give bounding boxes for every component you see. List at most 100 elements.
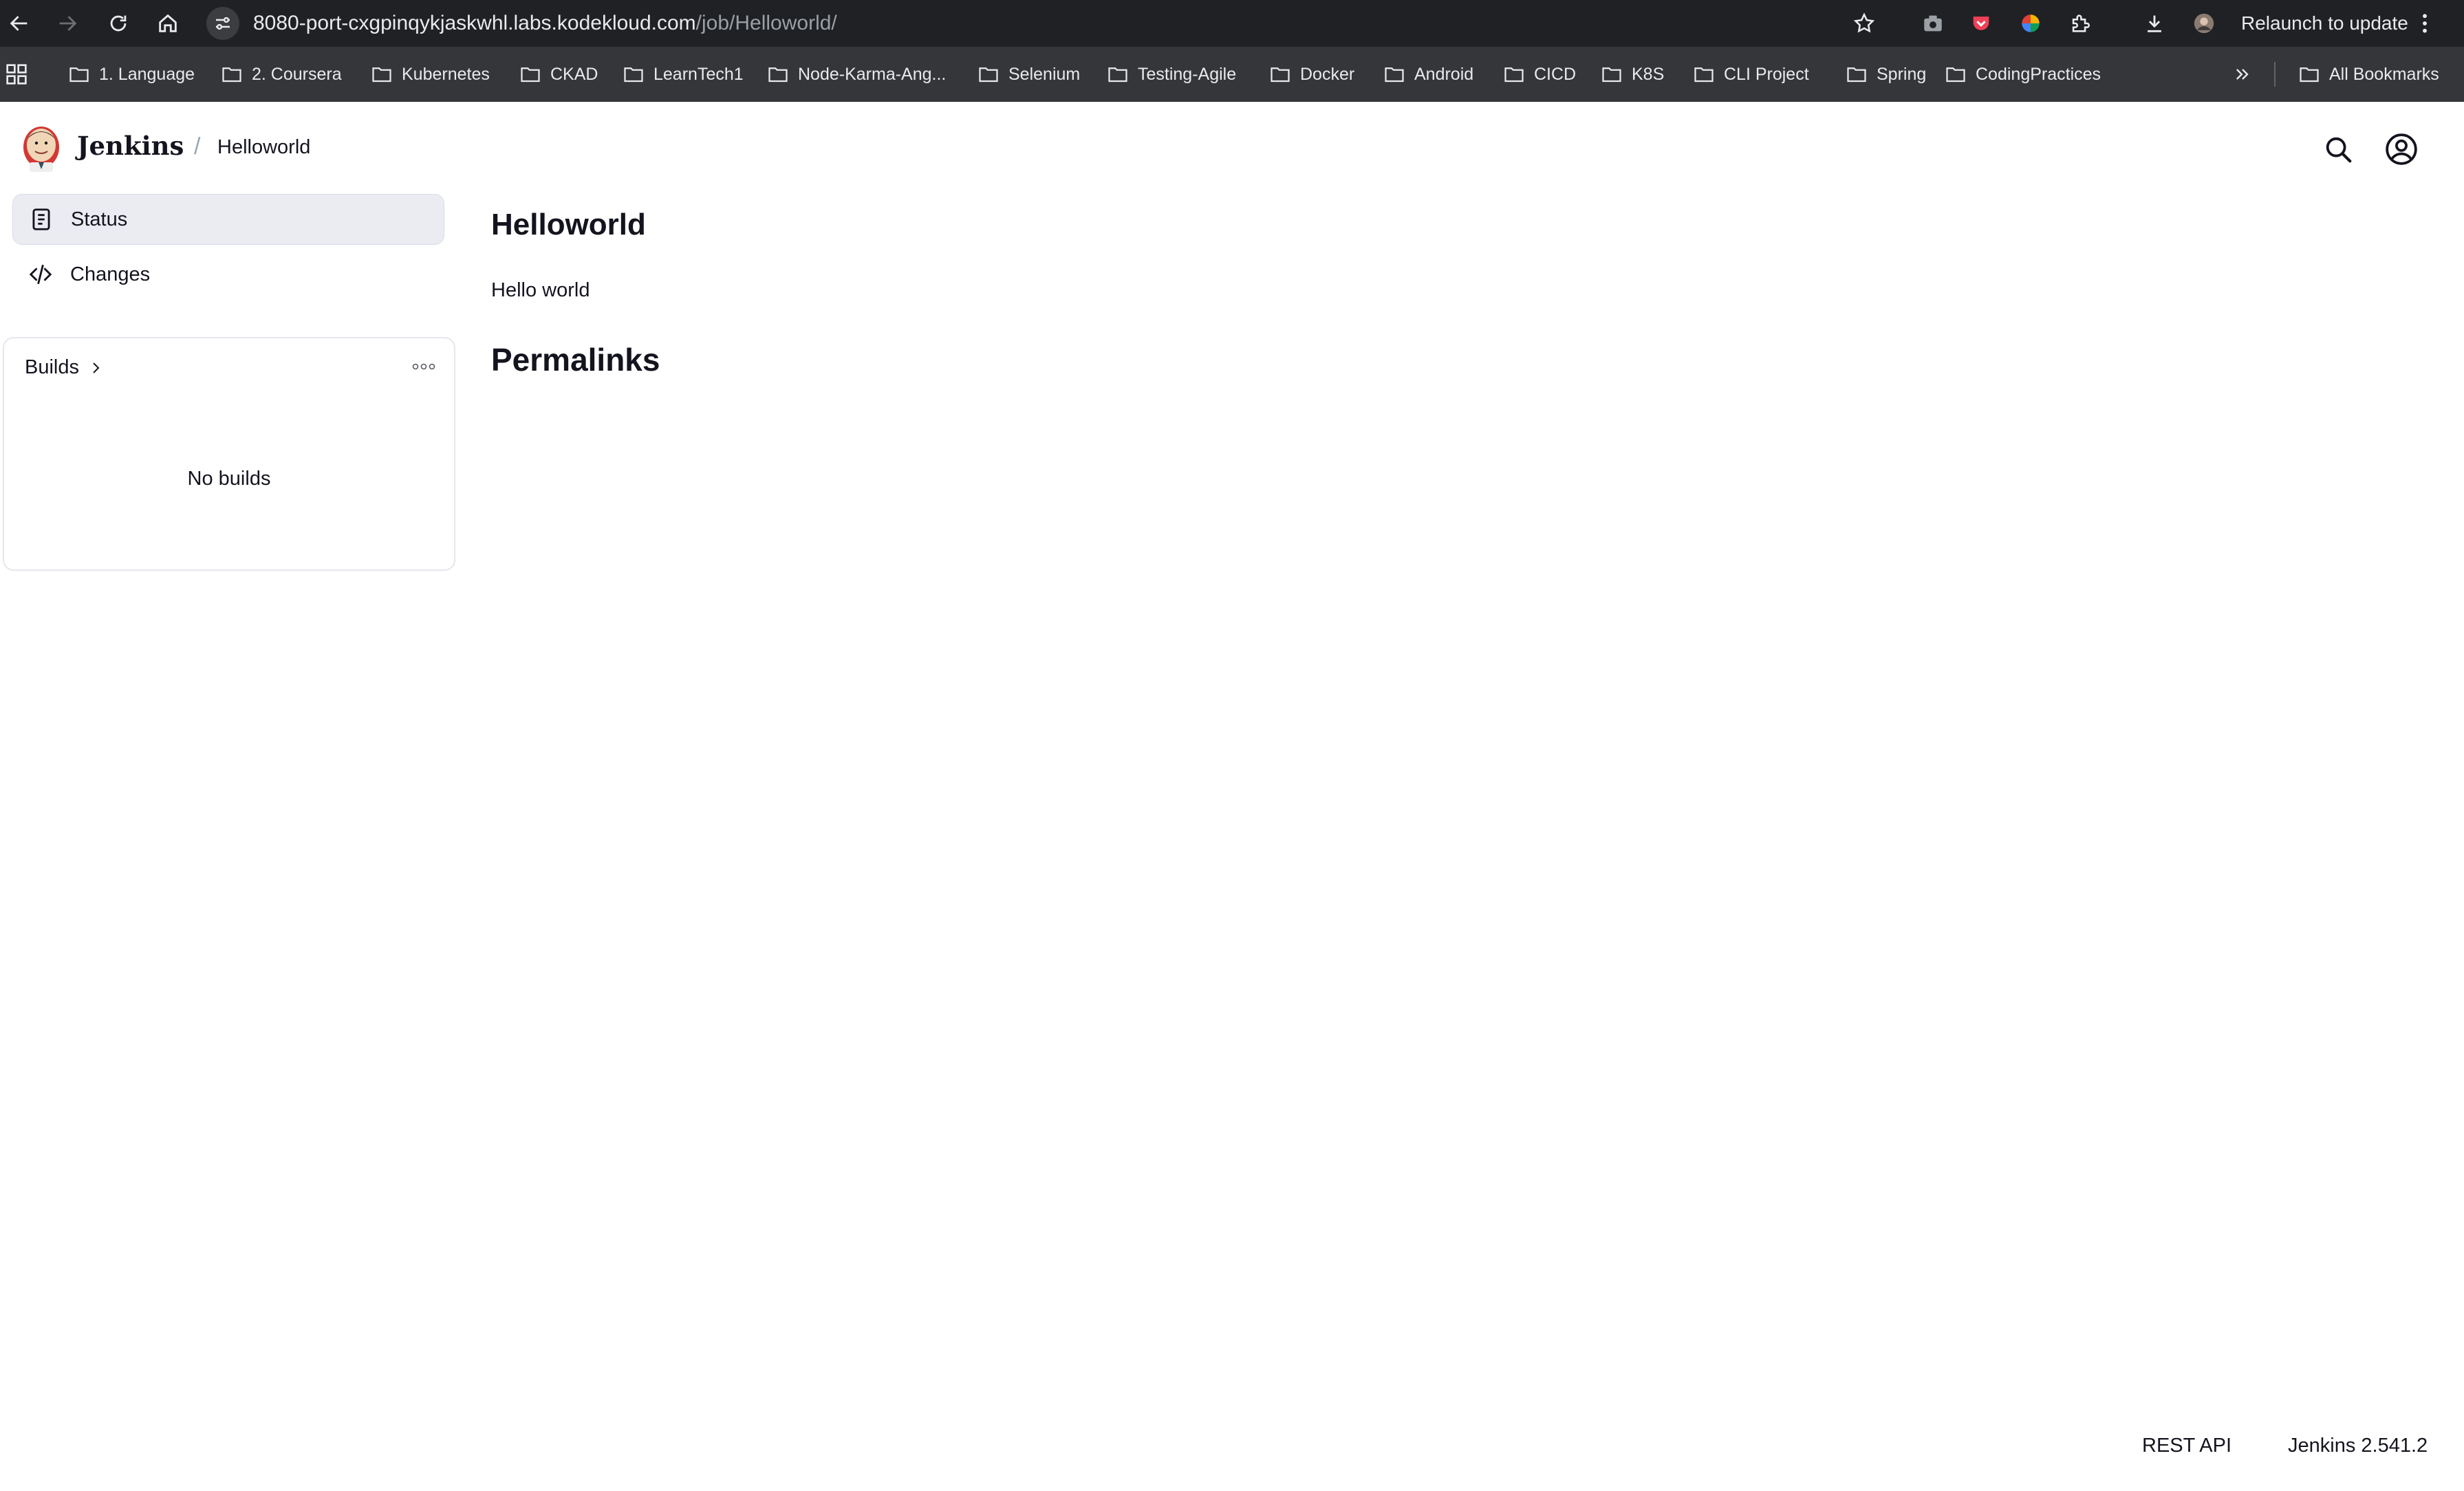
folder-icon — [1946, 67, 1965, 83]
arrow-right-icon — [59, 16, 77, 31]
star-icon — [1853, 12, 1875, 33]
reload-icon — [110, 15, 127, 32]
folder-icon — [1271, 67, 1290, 83]
folder-icon — [1694, 67, 1714, 83]
apps-grid-icon[interactable] — [6, 63, 28, 85]
bookmark-folder[interactable]: CodingPractices — [1945, 47, 2101, 102]
pocket-extension-button[interactable] — [1965, 7, 1998, 40]
all-bookmarks-folder[interactable]: All Bookmarks — [2299, 47, 2439, 102]
extensions-button[interactable] — [2064, 7, 2097, 40]
folder-icon — [979, 67, 998, 83]
folder-icon — [2300, 67, 2319, 83]
search-icon[interactable] — [2322, 133, 2354, 165]
pocket-icon — [1973, 17, 1989, 30]
more-vertical-icon — [2422, 14, 2427, 33]
bookmark-folder[interactable]: Selenium — [978, 47, 1080, 102]
sidebar-item-label: Status — [71, 208, 128, 230]
more-bookmarks-button[interactable] — [2233, 47, 2252, 102]
relaunch-label: Relaunch to update — [2241, 12, 2408, 34]
builds-title: Builds — [25, 356, 79, 378]
bookmark-folder[interactable]: CLI Project — [1694, 47, 1809, 102]
permalinks-heading: Permalinks — [491, 342, 660, 378]
chevron-right-icon — [93, 362, 100, 373]
bookmark-folder[interactable]: CICD — [1504, 47, 1576, 102]
folder-icon — [624, 67, 643, 83]
folder-icon — [222, 67, 241, 83]
rest-api-link[interactable]: REST API — [2142, 1435, 2231, 1457]
builds-panel: Builds No builds — [3, 337, 455, 571]
profile-avatar-icon — [2194, 13, 2214, 34]
color-extension-button[interactable] — [2014, 7, 2047, 40]
bookmark-folder[interactable]: Docker — [1270, 47, 1354, 102]
sidebar-item-changes[interactable]: Changes — [12, 249, 444, 300]
address-bar[interactable]: 8080-port-cxgpinqykjaskwhl.labs.kodeklou… — [206, 6, 1831, 41]
folder-icon — [372, 67, 391, 83]
bookmark-label: Docker — [1300, 64, 1355, 84]
color-wheel-icon — [2022, 14, 2040, 32]
breadcrumb-separator: / — [194, 133, 201, 160]
sidebar-item-label: Changes — [70, 263, 151, 285]
jenkins-home-link[interactable]: Jenkins — [77, 131, 184, 161]
bookmark-label: Selenium — [1008, 64, 1081, 84]
tune-icon — [216, 17, 230, 30]
bookmark-folder[interactable]: 1. Language — [69, 47, 195, 102]
bookmark-folder[interactable]: LearnTech1 — [623, 47, 744, 102]
forward-button[interactable] — [51, 7, 84, 40]
downloads-button[interactable] — [2138, 7, 2171, 40]
jenkins-logo-icon[interactable] — [21, 124, 62, 176]
bookmark-folder[interactable]: 2. Coursera — [221, 47, 342, 102]
bookmark-label: CLI Project — [1724, 64, 1809, 84]
screenshot-extension-button[interactable] — [1916, 7, 1949, 40]
folder-icon — [1847, 67, 1866, 83]
document-icon — [32, 208, 50, 230]
sidebar-item-status[interactable]: Status — [12, 194, 444, 245]
builds-link[interactable]: Builds — [25, 356, 104, 379]
arrow-left-icon — [10, 16, 28, 31]
code-icon — [29, 264, 52, 285]
no-builds-message: No builds — [187, 468, 271, 490]
bookmark-label: K8S — [1632, 64, 1665, 84]
all-bookmarks-label: All Bookmarks — [2329, 64, 2439, 84]
bookmark-label: 1. Language — [99, 64, 195, 84]
bookmark-folder[interactable]: CKAD — [520, 47, 598, 102]
bookmark-folder[interactable]: K8S — [1601, 47, 1664, 102]
back-button[interactable] — [3, 7, 36, 40]
bookmark-label: 2. Coursera — [252, 64, 342, 84]
download-icon — [2148, 15, 2161, 32]
jenkins-version-link[interactable]: Jenkins 2.541.2 — [2288, 1435, 2428, 1457]
bookmark-label: CKAD — [550, 64, 598, 84]
bookmark-folder[interactable]: Testing-Agile — [1107, 47, 1236, 102]
relaunch-to-update-button[interactable]: Relaunch to update — [2241, 7, 2430, 40]
bookmark-label: LearnTech1 — [653, 64, 744, 84]
profile-button[interactable] — [2187, 7, 2220, 40]
bookmark-folder[interactable]: Kubernetes — [371, 47, 490, 102]
reload-button[interactable] — [102, 7, 135, 40]
url-text: 8080-port-cxgpinqykjaskwhl.labs.kodeklou… — [253, 12, 837, 35]
folder-icon — [521, 67, 540, 83]
bookmark-label: Kubernetes — [402, 64, 490, 84]
folder-icon — [1504, 67, 1524, 83]
job-description: Hello world — [491, 279, 590, 301]
breadcrumb-job-link[interactable]: Helloworld — [217, 136, 310, 159]
home-button[interactable] — [151, 7, 184, 40]
user-account-icon[interactable] — [2384, 132, 2419, 166]
page-title: Helloworld — [491, 208, 646, 241]
bookmark-label: Android — [1414, 64, 1474, 84]
site-info-button[interactable] — [206, 7, 239, 40]
bookmark-star-button[interactable] — [1848, 7, 1881, 40]
more-horizontal-icon[interactable] — [411, 362, 436, 371]
bookmark-label: Spring — [1877, 64, 1927, 84]
home-icon — [159, 14, 177, 32]
bookmark-label: CICD — [1534, 64, 1577, 84]
double-chevron-right-icon — [2236, 69, 2249, 80]
bookmark-folder[interactable]: Node-Karma-Ang... — [768, 47, 946, 102]
puzzle-icon — [2072, 14, 2090, 32]
bookmark-folder[interactable]: Android — [1384, 47, 1473, 102]
url-path: /job/Helloworld/ — [695, 12, 837, 34]
bookmark-folder[interactable]: Spring — [1846, 47, 1926, 102]
folder-icon — [1108, 67, 1127, 83]
jenkins-header — [0, 102, 2464, 195]
bookmark-label: Testing-Agile — [1138, 64, 1237, 84]
bookmarks-separator — [2274, 62, 2276, 87]
bookmark-label: Node-Karma-Ang... — [798, 64, 947, 84]
